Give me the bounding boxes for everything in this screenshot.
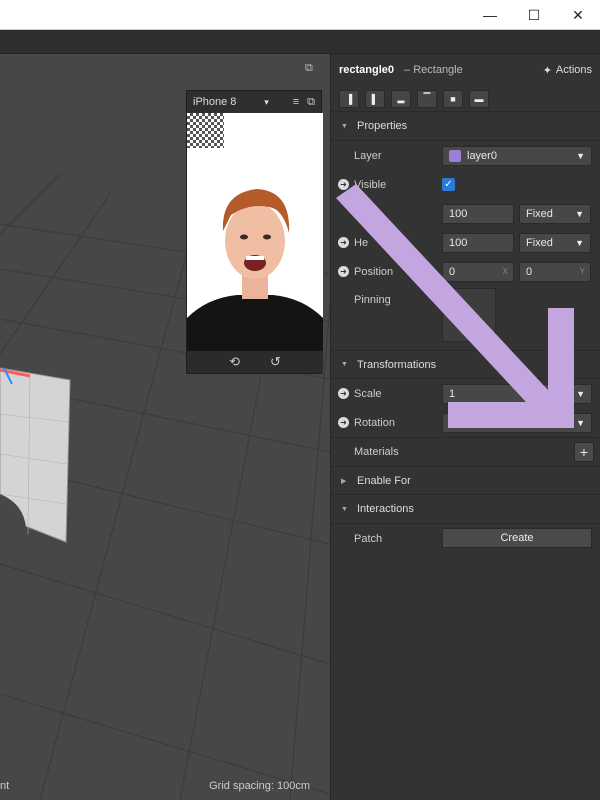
maximize-icon[interactable]: ☐ [512, 0, 556, 30]
simulator-footer: ⟲ ↺ [187, 351, 323, 373]
x-axis-label: X [502, 267, 508, 276]
popout-icon[interactable]: ⧉ [305, 62, 313, 75]
chevron-down-icon: ▼ [576, 417, 585, 428]
width-value: 100 [449, 207, 468, 220]
restart-icon[interactable]: ↺ [270, 354, 281, 370]
scale-row: ➜ Scale 1 ▼ [331, 379, 600, 408]
align-center-icon[interactable]: ▌ [365, 89, 385, 108]
menu-icon[interactable]: ≡ [293, 96, 299, 108]
width-mode: Fixed [526, 207, 553, 220]
section-title: Transformations [357, 358, 437, 371]
alignment-toolbar: ▐ ▌ ▂ ▔ ■ ▬ [331, 86, 600, 112]
width-row: 100 Fixed ▼ [331, 199, 600, 228]
triangle-down-icon: ▼ [341, 361, 348, 368]
height-label: He [354, 236, 369, 249]
layer-select[interactable]: layer0 ▼ [442, 145, 592, 166]
section-title: Enable For [357, 474, 411, 487]
position-row: ➜ Position 0 X 0 Y [331, 257, 600, 286]
chevron-down-icon: ▼ [575, 208, 584, 219]
height-mode-select[interactable]: Fixed ▼ [519, 232, 591, 253]
transformations-section-header[interactable]: ▼ Transformations [331, 350, 600, 379]
rotation-row: ➜ Rotation ▼ [331, 408, 600, 437]
scale-label: Scale [354, 387, 382, 400]
object-type: – Rectangle [404, 64, 463, 76]
layer-label: Layer [354, 149, 382, 162]
actions-label: Actions [555, 64, 592, 76]
chevron-down-icon[interactable]: ▾ [264, 97, 269, 108]
align-middle-icon[interactable]: ■ [443, 89, 463, 108]
simulator-header: iPhone 8 ▾ ≡ ⧉ [187, 91, 321, 113]
position-x-input[interactable]: 0 X [442, 261, 514, 282]
create-patch-button[interactable]: Create [442, 528, 592, 548]
magic-wand-icon: ✦ [542, 64, 552, 77]
height-input[interactable]: 100 [442, 232, 514, 253]
inspector-header: rectangle0 – Rectangle ✦ Actions [331, 54, 600, 86]
chevron-down-icon: ▼ [576, 388, 585, 399]
triangle-right-icon: ▶ [341, 477, 347, 485]
rotation-label: Rotation [354, 416, 395, 429]
chevron-down-icon: ▼ [576, 150, 585, 161]
height-row: ➜ He 100 Fixed ▼ [331, 228, 600, 257]
camera-switch-icon[interactable]: ⟲ [229, 354, 240, 370]
popout-icon[interactable]: ⧉ [307, 96, 315, 109]
height-mode: Fixed [526, 236, 553, 249]
keyframe-icon[interactable]: ➜ [338, 388, 349, 399]
rotation-input[interactable]: ▼ [442, 412, 592, 433]
height-value: 100 [449, 236, 468, 249]
align-left-icon[interactable]: ▐ [339, 89, 359, 108]
triangle-down-icon: ▼ [341, 505, 348, 513]
align-top-icon[interactable]: ▔ [417, 89, 437, 108]
properties-section-header[interactable]: ▼ Properties [331, 112, 600, 141]
toolbar-strip [0, 30, 600, 54]
keyframe-icon[interactable]: ➜ [338, 417, 349, 428]
keyframe-icon[interactable]: ➜ [338, 179, 349, 190]
interactions-section-header[interactable]: ▼ Interactions [331, 495, 600, 524]
patch-label: Patch [354, 532, 383, 545]
chevron-down-icon: ▼ [575, 237, 584, 248]
inspector-panel: rectangle0 – Rectangle ✦ Actions ▐ ▌ ▂ ▔… [330, 54, 600, 800]
section-title: Properties [357, 120, 408, 132]
scale-input[interactable]: 1 ▼ [442, 383, 592, 404]
layer-row: Layer layer0 ▼ [331, 141, 600, 170]
keyframe-icon[interactable]: ➜ [338, 266, 349, 277]
align-right-icon[interactable]: ▂ [391, 89, 411, 108]
scale-value: 1 [449, 387, 456, 400]
window-title-bar: — ☐ ✕ [0, 0, 600, 30]
person-preview-image [187, 189, 323, 353]
pinning-row: Pinning [331, 286, 600, 344]
position-y-value: 0 [526, 265, 533, 278]
enable-for-section-header[interactable]: ▶ Enable For [331, 466, 600, 495]
position-y-input[interactable]: 0 Y [519, 261, 591, 282]
layer-value: layer0 [467, 149, 497, 162]
visible-label: Visible [354, 178, 387, 191]
device-select[interactable]: iPhone 8 [193, 96, 260, 108]
section-title: Interactions [357, 503, 414, 515]
viewport-status-text: nt [0, 780, 10, 792]
close-icon[interactable]: ✕ [556, 0, 600, 30]
object-name: rectangle0 [339, 64, 395, 76]
pinning-widget[interactable] [442, 288, 496, 342]
patch-row: Patch Create [331, 524, 600, 553]
visible-row: ➜ Visible ✓ [331, 170, 600, 199]
width-mode-select[interactable]: Fixed ▼ [519, 203, 591, 224]
grid-spacing-label: Grid spacing: 100cm [209, 780, 310, 792]
device-simulator: iPhone 8 ▾ ≡ ⧉ ⟲ ↺ [186, 90, 323, 374]
actions-button[interactable]: ✦ Actions [543, 64, 592, 77]
materials-label: Materials [354, 446, 399, 458]
add-material-button[interactable]: + [574, 442, 594, 462]
y-axis-label: Y [579, 267, 585, 276]
visible-checkbox[interactable]: ✓ [442, 178, 455, 191]
pinning-label: Pinning [354, 294, 391, 306]
materials-row: Materials + [331, 437, 600, 466]
triangle-down-icon: ▼ [341, 122, 348, 130]
position-x-value: 0 [449, 265, 456, 278]
position-label: Position [354, 265, 394, 278]
align-bottom-icon[interactable]: ▬ [469, 89, 489, 108]
simulator-screen [187, 113, 323, 353]
minimize-icon[interactable]: — [468, 0, 512, 30]
layer-color-swatch [449, 149, 461, 162]
width-input[interactable]: 100 [442, 203, 514, 224]
keyframe-icon[interactable]: ➜ [338, 237, 349, 248]
